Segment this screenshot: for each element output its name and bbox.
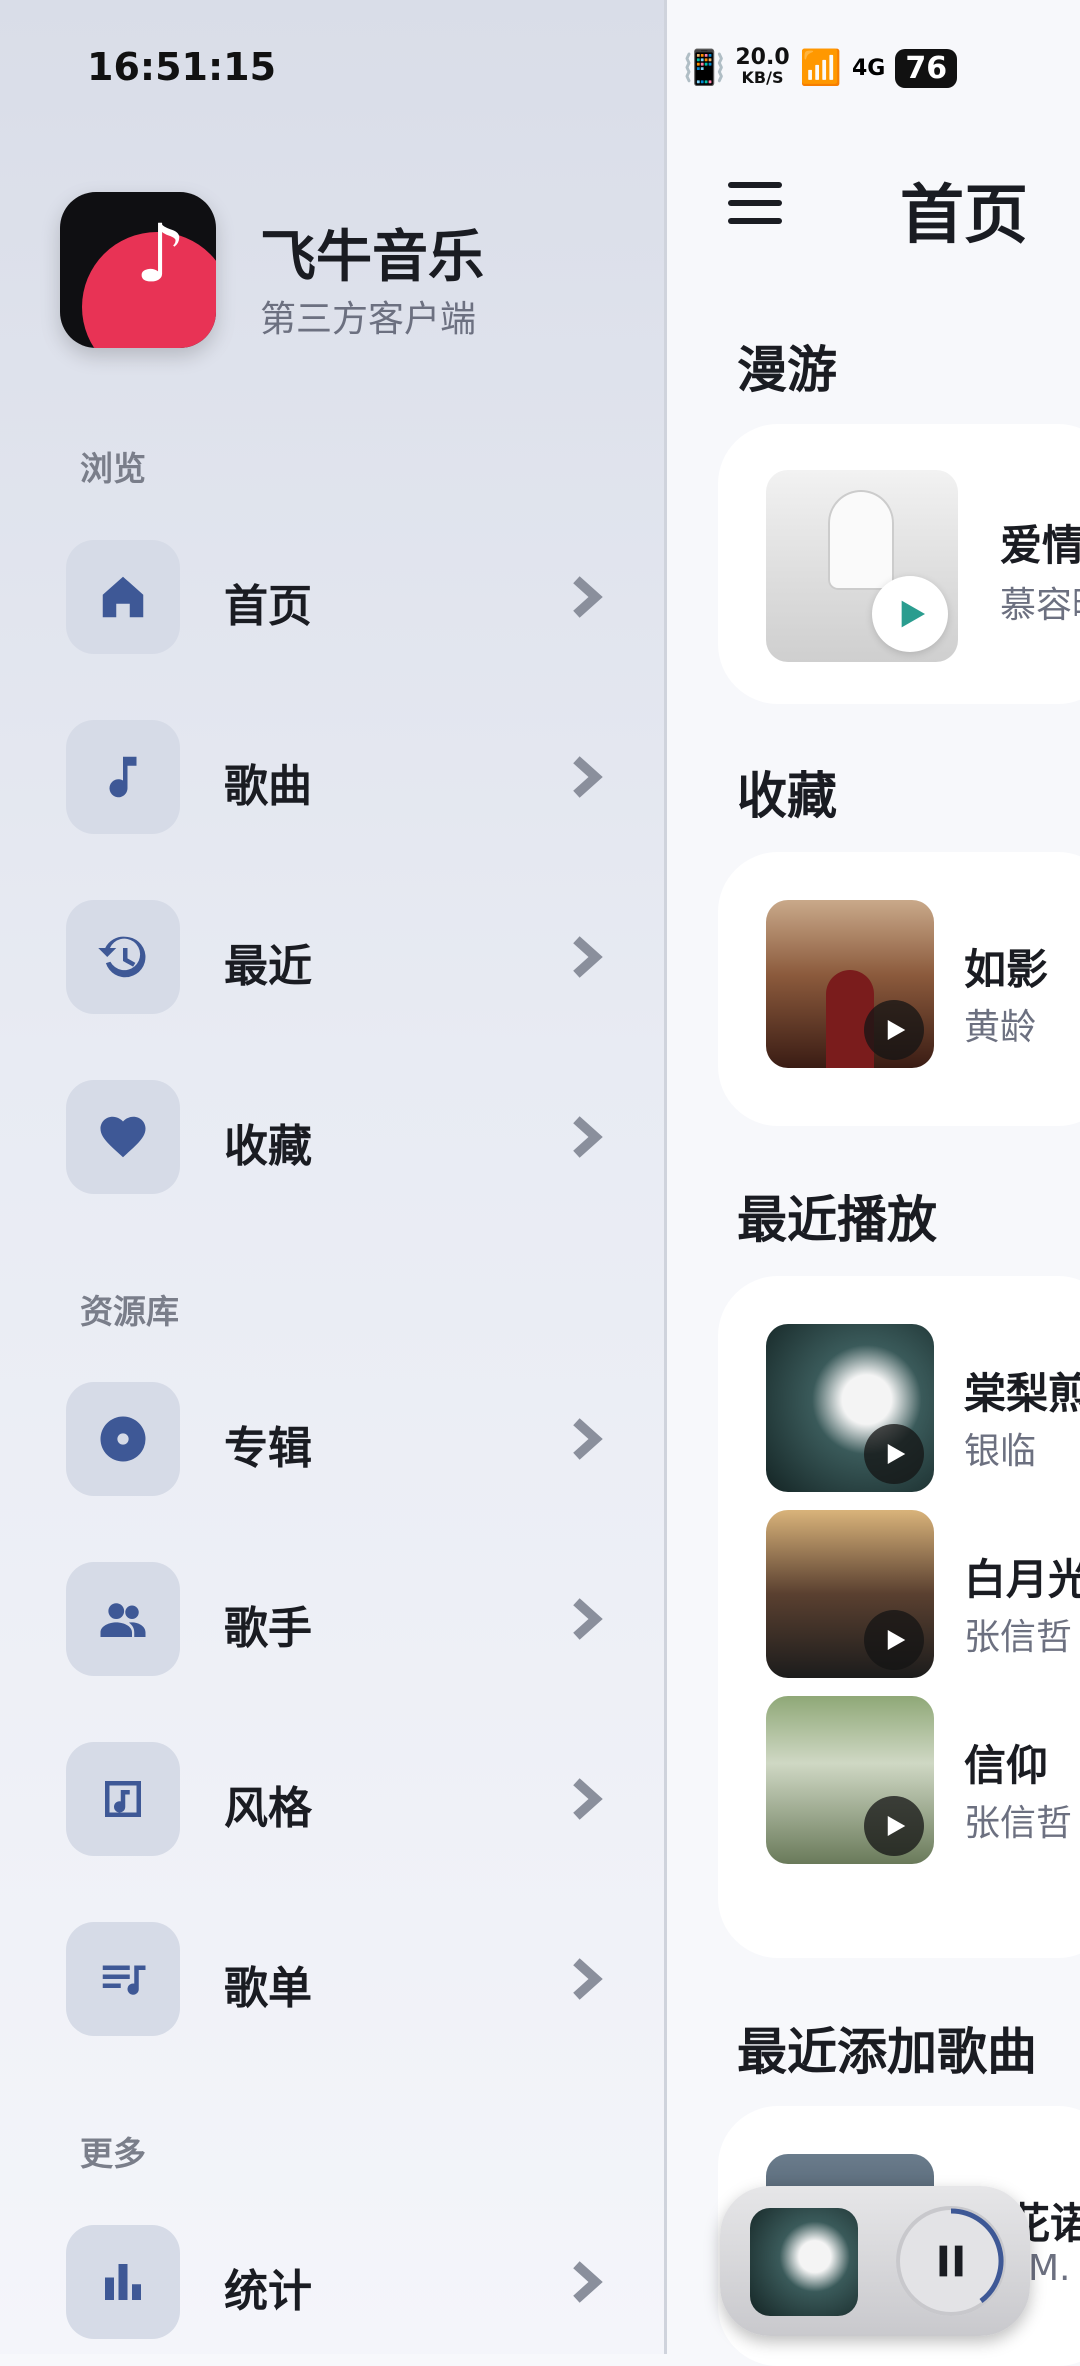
play-button[interactable] (872, 576, 948, 652)
playlist-icon (66, 1922, 180, 2036)
status-bar-right: 📳 20.0 KB/S 📶 4G 76 (683, 40, 958, 96)
people-icon (66, 1562, 180, 1676)
sidebar-item-label: 歌曲 (224, 761, 312, 812)
play-button[interactable] (864, 1000, 924, 1060)
song-artist: 慕容晓 (1000, 585, 1080, 626)
sidebar-item-label: 歌手 (224, 1603, 312, 1654)
history-icon (66, 900, 180, 1014)
sidebar-item-favorites[interactable]: 收藏 (66, 1080, 606, 1194)
sidebar-item-recent[interactable]: 最近 (66, 900, 606, 1014)
song-title: 棠梨煎 (964, 1369, 1080, 1418)
song-artist: 黄龄 (964, 1007, 1037, 1048)
song-title: 信仰 (964, 1741, 1049, 1790)
section-more: 更多 (80, 2134, 146, 2173)
section-title-recently-added: 最近添加歌曲 (737, 2023, 1037, 2081)
sidebar-item-label: 统计 (224, 2266, 312, 2317)
sidebar-item-label: 专辑 (224, 1423, 312, 1474)
mini-player[interactable] (720, 2186, 1030, 2336)
roam-card[interactable]: 爱情 慕容晓 (718, 424, 1080, 704)
sidebar-item-label: 最近 (224, 941, 312, 992)
battery-indicator: 76 (895, 48, 958, 88)
play-button[interactable] (864, 1424, 924, 1484)
chevron-right-icon (566, 934, 606, 980)
network-type: 4G (851, 55, 886, 81)
song-artist: 张信哲 (964, 1617, 1073, 1658)
sidebar-item-songs[interactable]: 歌曲 (66, 720, 606, 834)
chevron-right-icon (566, 2259, 606, 2305)
chevron-right-icon (566, 1776, 606, 1822)
status-time: 16:51:15 (87, 45, 277, 89)
recent-card: 棠梨煎 银临 白月光 张信哲 信仰 张信哲 (718, 1276, 1080, 1958)
pause-icon (939, 2245, 963, 2277)
navigation-drawer: 16:51:15 ♪ 飞牛音乐 第三方客户端 浏览 首页 歌曲 最近 收藏 资源… (0, 0, 667, 2354)
section-title-roam: 漫游 (737, 341, 837, 399)
page-title: 首页 (900, 179, 1028, 253)
music-box-icon (66, 1742, 180, 1856)
song-title: 白月光 (964, 1555, 1080, 1604)
section-title-recent: 最近播放 (737, 1191, 937, 1249)
menu-icon[interactable] (728, 182, 782, 226)
music-note-icon (66, 720, 180, 834)
sidebar-item-albums[interactable]: 专辑 (66, 1382, 606, 1496)
app-name: 飞牛音乐 (260, 225, 484, 290)
chevron-right-icon (566, 1956, 606, 2002)
section-browse: 浏览 (80, 449, 146, 488)
sidebar-item-label: 收藏 (224, 1121, 312, 1172)
sidebar-item-stats[interactable]: 统计 (66, 2225, 606, 2339)
bar-chart-icon (66, 2225, 180, 2339)
chevron-right-icon (566, 1596, 606, 1642)
app-logo-icon: ♪ (60, 192, 216, 348)
sidebar-item-playlists[interactable]: 歌单 (66, 1922, 606, 2036)
home-icon (66, 540, 180, 654)
song-artist: M. (1028, 2248, 1071, 2289)
chevron-right-icon (566, 574, 606, 620)
album-disc-icon (66, 1382, 180, 1496)
heart-icon (66, 1080, 180, 1194)
chevron-right-icon (566, 1114, 606, 1160)
sidebar-item-home[interactable]: 首页 (66, 540, 606, 654)
vibrate-icon: 📳 (683, 48, 726, 88)
section-title-favorites: 收藏 (737, 767, 837, 825)
chevron-right-icon (566, 754, 606, 800)
song-title: 如影 (964, 945, 1049, 994)
app-subtitle: 第三方客户端 (260, 299, 477, 340)
sidebar-item-label: 歌单 (224, 1963, 312, 2014)
song-artist: 银临 (964, 1431, 1037, 1472)
play-button[interactable] (864, 1610, 924, 1670)
pause-button[interactable] (896, 2206, 1006, 2316)
sidebar-item-label: 首页 (224, 581, 312, 632)
sidebar-item-genres[interactable]: 风格 (66, 1742, 606, 1856)
sidebar-item-artists[interactable]: 歌手 (66, 1562, 606, 1676)
favorites-card[interactable]: 如影 黄龄 (718, 852, 1080, 1126)
song-artist: 张信哲 (964, 1803, 1073, 1844)
chevron-right-icon (566, 1416, 606, 1462)
sidebar-item-label: 风格 (224, 1783, 312, 1834)
now-playing-cover (750, 2208, 858, 2316)
wifi-icon: 📶 (799, 48, 842, 88)
section-library: 资源库 (80, 1292, 179, 1331)
network-speed: 20.0 KB/S (735, 45, 790, 88)
song-title: 爱情 (1000, 521, 1080, 570)
play-button[interactable] (864, 1796, 924, 1856)
